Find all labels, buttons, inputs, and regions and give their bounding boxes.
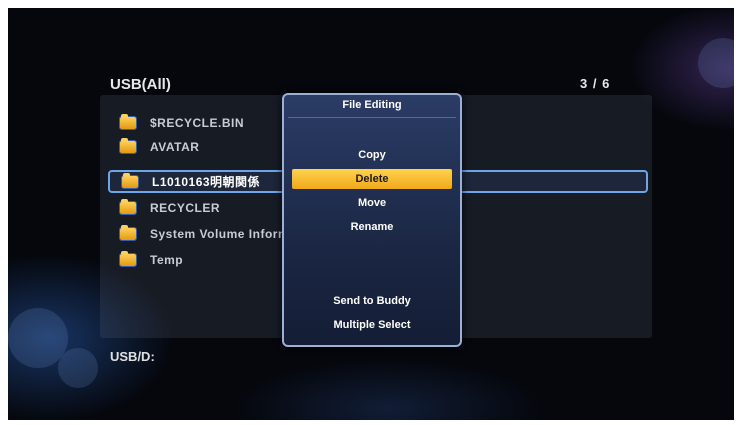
file-editing-menu: File Editing Copy Delete Move Rename Sen… [282,93,462,347]
folder-icon [122,172,138,188]
folder-icon [120,113,136,129]
folder-icon [120,198,136,214]
menu-item-copy[interactable]: Copy [292,145,452,165]
file-name: L1010163明朝関係 [152,175,261,189]
menu-item-rename[interactable]: Rename [292,217,452,237]
file-name: AVATAR [150,139,200,154]
menu-item-delete[interactable]: Delete [292,169,452,189]
location-title: USB(All) [110,76,171,93]
menu-item-disabled [292,265,452,285]
folder-icon [120,250,136,266]
menu-item-move[interactable]: Move [292,193,452,213]
file-name: $RECYCLE.BIN [150,115,245,130]
menu-item-disabled [292,241,452,261]
file-name: Temp [150,252,184,267]
folder-icon [120,224,136,240]
menu-divider [288,117,456,118]
background-bokeh [58,348,98,388]
menu-item-multiple-select[interactable]: Multiple Select [292,315,452,335]
page-counter: 3 / 6 [580,76,611,91]
menu-item-send-to-buddy[interactable]: Send to Buddy [292,291,452,311]
folder-icon [120,137,136,153]
menu-title: File Editing [342,99,402,111]
file-name: RECYCLER [150,200,221,215]
background-bokeh [698,38,734,88]
current-path: USB/D: [110,349,155,364]
